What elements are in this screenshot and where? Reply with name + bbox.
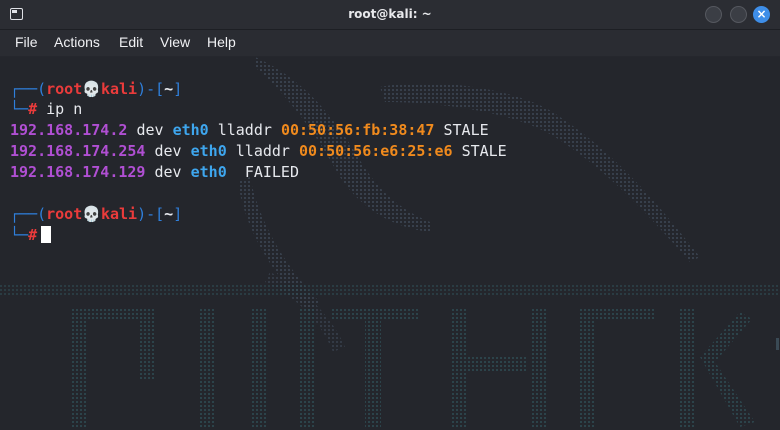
prompt-dir: ~ xyxy=(164,80,174,98)
scrollbar-thumb[interactable] xyxy=(776,338,779,350)
prompt-user: root xyxy=(46,205,83,223)
terminal-output[interactable]: ┌──(root💀kali)-[~] └─# ip n 192.168.174.… xyxy=(0,57,780,430)
neighbor-iface: eth0 xyxy=(172,121,209,139)
neighbor-ip: 192.168.174.2 xyxy=(10,121,128,139)
prompt-dir: ~ xyxy=(164,205,174,223)
prompt-frame: ] xyxy=(173,205,183,223)
prompt-user: root xyxy=(46,80,83,98)
menu-edit[interactable]: Edit xyxy=(119,34,143,50)
close-button[interactable]: × xyxy=(753,6,770,23)
neighbor-mac: 00:50:56:fb:38:47 xyxy=(280,121,435,139)
neighbor-row: 192.168.174.129 dev eth0 FAILED xyxy=(10,162,299,182)
dev-keyword: dev xyxy=(136,121,164,139)
prompt-line-2: ┌──(root💀kali)-[~] xyxy=(10,204,182,224)
window-title: root@kali: ~ xyxy=(348,7,432,21)
neighbor-state: STALE xyxy=(443,121,489,139)
menu-help[interactable]: Help xyxy=(207,34,236,50)
input-line[interactable]: └─# xyxy=(10,225,52,245)
prompt-host: kali xyxy=(100,205,138,223)
dev-keyword: dev xyxy=(154,142,182,160)
neighbor-ip: 192.168.174.254 xyxy=(10,142,146,160)
prompt-frame: )-[ xyxy=(137,80,165,98)
skull-icon: 💀 xyxy=(82,80,101,98)
prompt-frame: ┌──( xyxy=(10,205,47,223)
prompt-frame: └─ xyxy=(10,100,29,118)
command-text: ip n xyxy=(46,100,83,118)
lladdr-keyword: lladdr xyxy=(235,142,290,160)
prompt-host: kali xyxy=(100,80,138,98)
neighbor-iface: eth0 xyxy=(190,163,227,181)
prompt-line-1: ┌──(root💀kali)-[~] xyxy=(10,79,182,99)
neighbor-state: STALE xyxy=(461,142,507,160)
command-line: └─# ip n xyxy=(10,99,82,119)
prompt-hash: # xyxy=(28,226,38,244)
neighbor-ip: 192.168.174.129 xyxy=(10,163,146,181)
dev-keyword: dev xyxy=(154,163,182,181)
menu-bar: File Actions Edit View Help xyxy=(0,30,780,56)
text-cursor xyxy=(41,226,52,243)
maximize-button[interactable] xyxy=(730,6,747,23)
neighbor-row: 192.168.174.2 dev eth0 lladdr 00:50:56:f… xyxy=(10,120,489,140)
close-icon: × xyxy=(756,7,767,21)
skull-icon: 💀 xyxy=(82,205,101,223)
menu-view[interactable]: View xyxy=(160,34,190,50)
menu-actions[interactable]: Actions xyxy=(54,34,100,50)
prompt-hash: # xyxy=(28,100,38,118)
prompt-frame: ┌──( xyxy=(10,80,47,98)
kali-dragon-watermark xyxy=(0,57,780,427)
menu-file[interactable]: File xyxy=(15,34,38,50)
terminal-window: root@kali: ~ × File Actions Edit View He… xyxy=(0,0,780,430)
lladdr-keyword: lladdr xyxy=(217,121,272,139)
neighbor-iface: eth0 xyxy=(190,142,227,160)
minimize-button[interactable] xyxy=(705,6,722,23)
neighbor-row: 192.168.174.254 dev eth0 lladdr 00:50:56… xyxy=(10,141,507,161)
title-bar[interactable]: root@kali: ~ × xyxy=(0,0,780,30)
prompt-frame: ] xyxy=(173,80,183,98)
prompt-frame: )-[ xyxy=(137,205,165,223)
prompt-frame: └─ xyxy=(10,226,29,244)
neighbor-state: FAILED xyxy=(244,163,299,181)
neighbor-mac: 00:50:56:e6:25:e6 xyxy=(299,142,453,160)
